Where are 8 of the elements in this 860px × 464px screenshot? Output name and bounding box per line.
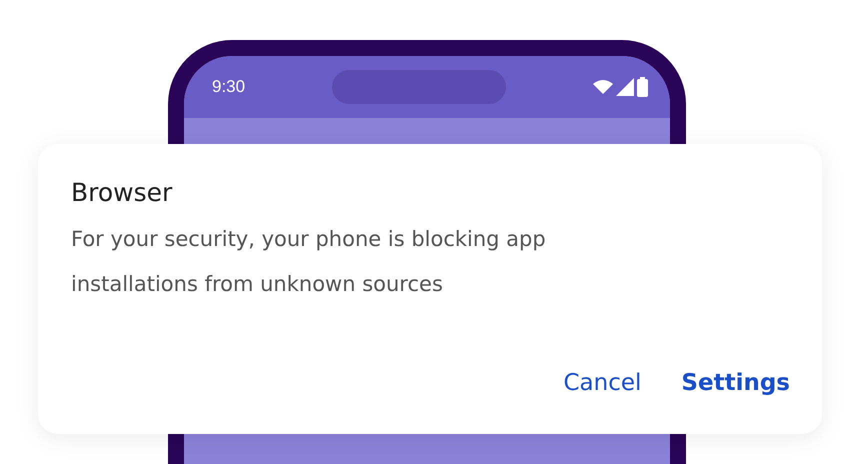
status-time: 9:30 [212,77,246,97]
battery-icon [637,77,648,97]
dialog-message: For your security, your phone is blocking app installations from unknown sources [71,226,547,298]
wifi-icon [593,79,613,95]
settings-button[interactable]: Settings [681,366,790,400]
signal-icon [616,78,634,96]
cancel-button[interactable]: Cancel [564,366,642,400]
dialog-title: Browser [71,178,174,207]
